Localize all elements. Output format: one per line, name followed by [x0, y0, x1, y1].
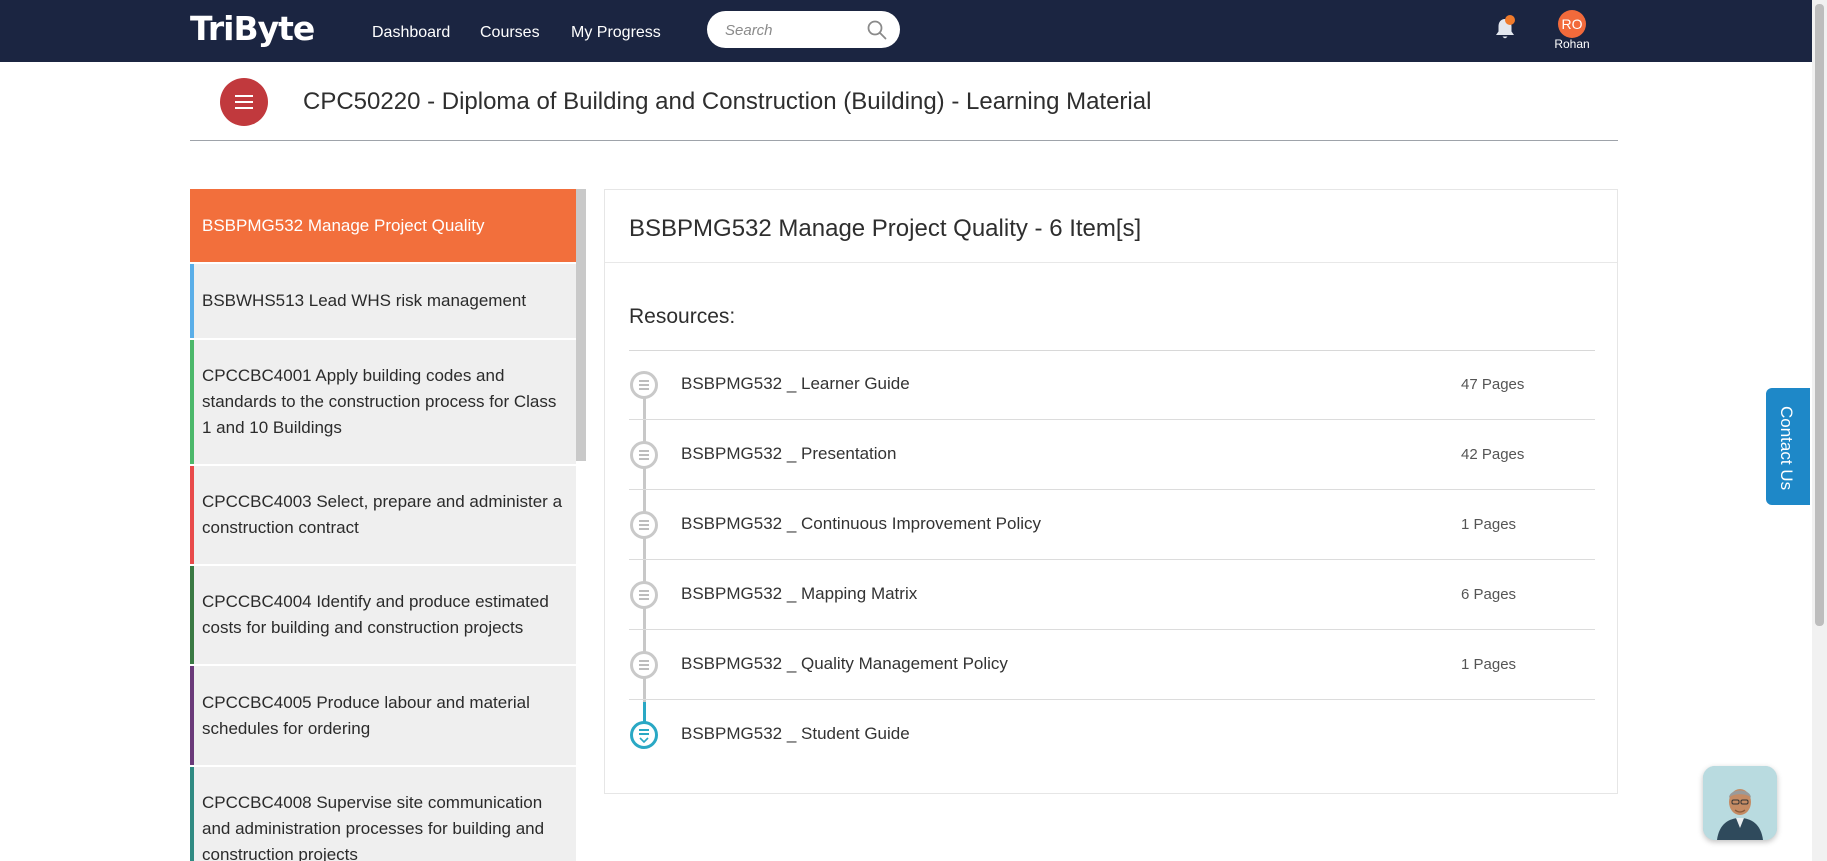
sidebar-item-cpccbc4008[interactable]: CPCCBC4008 Supervise site communication … [190, 767, 576, 861]
user-name[interactable]: Rohan [1540, 37, 1604, 51]
resource-name: BSBPMG532 _ Learner Guide [681, 374, 910, 393]
nav-link-courses[interactable]: Courses [480, 24, 540, 42]
menu-toggle-button[interactable] [220, 78, 268, 126]
sidebar-item-cpccbc4001[interactable]: CPCCBC4001 Apply building codes and stan… [190, 340, 576, 464]
page-scrollbar-thumb[interactable] [1815, 4, 1824, 626]
search-input[interactable] [725, 20, 865, 40]
page-title: CPC50220 - Diploma of Building and Const… [303, 88, 1152, 115]
assistant-avatar-icon [1703, 766, 1777, 840]
resource-row-continuous-improvement-policy[interactable]: BSBPMG532 _ Continuous Improvement Polic… [629, 491, 1595, 560]
sidebar-item-cpccbc4005[interactable]: CPCCBC4005 Produce labour and material s… [190, 666, 576, 765]
unit-resources-panel: BSBPMG532 Manage Project Quality - 6 Ite… [604, 189, 1618, 794]
resource-name: BSBPMG532 _ Mapping Matrix [681, 584, 918, 603]
resource-page-count: 42 Pages [1461, 446, 1525, 463]
resource-name: BSBPMG532 _ Student Guide [681, 724, 910, 743]
resource-row-student-guide[interactable]: BSBPMG532 _ Student Guide [629, 701, 1595, 770]
resource-name: BSBPMG532 _ Presentation [681, 444, 897, 463]
sidebar-item-label: CPCCBC4005 Produce labour and material s… [202, 692, 530, 738]
tribyte-logo[interactable]: TriByte [190, 9, 315, 48]
document-icon [630, 651, 658, 679]
document-icon [630, 441, 658, 469]
resource-row-mapping-matrix[interactable]: BSBPMG532 _ Mapping Matrix 6 Pages [629, 561, 1595, 630]
nav-link-dashboard[interactable]: Dashboard [372, 24, 450, 42]
sidebar-scrollbar[interactable] [576, 189, 586, 461]
user-avatar[interactable]: RO [1558, 10, 1586, 38]
assessment-document-icon [630, 721, 658, 749]
sidebar-item-label: CPCCBC4001 Apply building codes and stan… [202, 366, 557, 437]
document-icon [630, 511, 658, 539]
sidebar-item-label: BSBWHS513 Lead WHS risk management [202, 291, 527, 310]
resource-page-count: 47 Pages [1461, 376, 1525, 393]
nav-link-my-progress[interactable]: My Progress [571, 24, 661, 42]
sidebar-item-cpccbc4004[interactable]: CPCCBC4004 Identify and produce estimate… [190, 566, 576, 664]
panel-header: BSBPMG532 Manage Project Quality - 6 Ite… [605, 190, 1617, 263]
resource-row-presentation[interactable]: BSBPMG532 _ Presentation 42 Pages [629, 421, 1595, 490]
contact-us-button[interactable]: Contact Us [1766, 388, 1810, 505]
sidebar-item-cpccbc4003[interactable]: CPCCBC4003 Select, prepare and administe… [190, 466, 576, 564]
search-box [707, 11, 900, 48]
resource-page-count: 1 Pages [1461, 516, 1517, 533]
title-divider [190, 140, 1618, 141]
unit-sidebar: BSBPMG532 Manage Project Quality BSBWHS5… [190, 189, 586, 861]
resource-page-count: 1 Pages [1461, 656, 1517, 673]
resource-name: BSBPMG532 _ Continuous Improvement Polic… [681, 514, 1042, 533]
hamburger-icon [235, 95, 253, 97]
assistant-avatar-button[interactable] [1703, 766, 1777, 840]
resource-row-learner-guide[interactable]: BSBPMG532 _ Learner Guide 47 Pages [629, 351, 1595, 420]
contact-us-label: Contact Us [1777, 406, 1796, 491]
resource-row-quality-management-policy[interactable]: BSBPMG532 _ Quality Management Policy 1 … [629, 631, 1595, 700]
sidebar-item-bsbwhs513[interactable]: BSBWHS513 Lead WHS risk management [190, 264, 576, 338]
sidebar-item-bsbpmg532[interactable]: BSBPMG532 Manage Project Quality [190, 189, 576, 262]
document-icon [630, 371, 658, 399]
document-icon [630, 581, 658, 609]
resources-label: Resources: [629, 305, 736, 328]
sidebar-item-label: CPCCBC4008 Supervise site communication … [202, 793, 545, 861]
top-navbar: TriByte Dashboard Courses My Progress RO… [0, 0, 1812, 62]
sidebar-item-label: BSBPMG532 Manage Project Quality [202, 215, 485, 235]
sidebar-item-label: CPCCBC4003 Select, prepare and administe… [202, 492, 563, 537]
search-icon[interactable] [866, 19, 888, 41]
panel-title: BSBPMG532 Manage Project Quality - 6 Ite… [629, 215, 1142, 242]
sidebar-item-label: CPCCBC4004 Identify and produce estimate… [202, 592, 549, 637]
notification-dot [1505, 15, 1515, 25]
resource-name: BSBPMG532 _ Quality Management Policy [681, 654, 1008, 673]
resource-page-count: 6 Pages [1461, 586, 1517, 603]
